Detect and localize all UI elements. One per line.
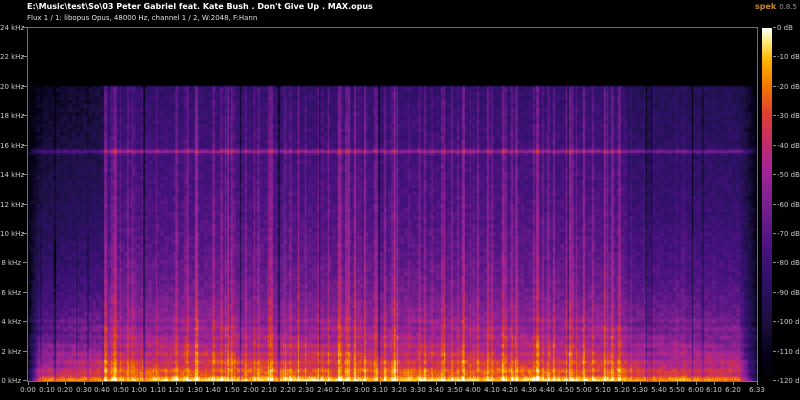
db-tick-label: -120 dB: [777, 377, 800, 385]
db-tick-label: 0 dB: [777, 24, 793, 32]
db-tick-mark: [773, 145, 776, 146]
time-tick-mark: [492, 382, 493, 385]
time-tick-mark: [343, 382, 344, 385]
db-tick-mark: [773, 351, 776, 352]
time-tick-mark: [306, 382, 307, 385]
db-tick-mark: [773, 292, 776, 293]
time-tick-mark: [380, 382, 381, 385]
db-tick-mark: [773, 115, 776, 116]
time-tick-label: 6:20: [725, 386, 741, 394]
time-tick-mark: [84, 382, 85, 385]
time-tick-mark: [529, 382, 530, 385]
db-tick-label: -100 dB: [777, 318, 800, 326]
time-tick-mark: [65, 382, 66, 385]
freq-tick-mark: [23, 292, 27, 293]
time-tick-mark: [139, 382, 140, 385]
db-tick-mark: [773, 380, 776, 381]
db-tick-label: -40 dB: [777, 142, 800, 150]
time-tick-mark: [659, 382, 660, 385]
time-tick-mark: [232, 382, 233, 385]
time-tick-mark: [418, 382, 419, 385]
time-tick-mark: [436, 382, 437, 385]
time-tick-mark: [696, 382, 697, 385]
freq-tick-mark: [23, 321, 27, 322]
freq-tick-label: 0 kHz: [1, 377, 21, 385]
time-tick-mark: [251, 382, 252, 385]
freq-tick-label: 20 kHz: [0, 83, 25, 91]
freq-tick-mark: [23, 380, 27, 381]
app-version: 0.8.5: [779, 3, 797, 11]
db-tick-mark: [773, 204, 776, 205]
time-tick-mark: [473, 382, 474, 385]
freq-tick-label: 10 kHz: [0, 230, 25, 238]
time-tick-mark: [677, 382, 678, 385]
db-tick-label: -60 dB: [777, 201, 800, 209]
time-tick-mark: [455, 382, 456, 385]
db-tick-mark: [773, 27, 776, 28]
freq-tick-label: 24 kHz: [0, 24, 25, 32]
time-tick-mark: [47, 382, 48, 385]
time-tick-mark: [510, 382, 511, 385]
time-tick-mark: [28, 382, 29, 385]
time-tick-label: 6:33: [749, 386, 765, 394]
time-tick-mark: [622, 382, 623, 385]
freq-tick-label: 2 kHz: [1, 348, 21, 356]
time-tick-mark: [325, 382, 326, 385]
legend-gradient: [762, 28, 772, 381]
db-tick-mark: [773, 233, 776, 234]
time-tick-mark: [733, 382, 734, 385]
stream-info: Flux 1 / 1: libopus Opus, 48000 Hz, chan…: [27, 14, 258, 22]
file-path-title: E:\Music\test\So\03 Peter Gabriel feat. …: [27, 2, 373, 11]
db-tick-label: -30 dB: [777, 112, 800, 120]
time-tick-mark: [158, 382, 159, 385]
db-tick-mark: [773, 262, 776, 263]
db-tick-label: -80 dB: [777, 259, 800, 267]
time-tick-mark: [176, 382, 177, 385]
freq-tick-label: 14 kHz: [0, 171, 25, 179]
time-tick-mark: [757, 382, 758, 385]
freq-tick-label: 8 kHz: [1, 259, 21, 267]
db-tick-mark: [773, 56, 776, 57]
time-tick-mark: [121, 382, 122, 385]
db-tick-mark: [773, 86, 776, 87]
db-tick-label: -20 dB: [777, 83, 800, 91]
time-tick-mark: [195, 382, 196, 385]
app-name: spek: [754, 2, 777, 11]
freq-tick-label: 22 kHz: [0, 53, 25, 61]
time-tick-mark: [584, 382, 585, 385]
db-tick-label: -10 dB: [777, 53, 800, 61]
freq-tick-mark: [23, 262, 27, 263]
spectrogram-plot: [27, 27, 758, 382]
time-tick-mark: [288, 382, 289, 385]
db-tick-label: -70 dB: [777, 230, 800, 238]
db-tick-label: -90 dB: [777, 289, 800, 297]
time-tick-mark: [640, 382, 641, 385]
time-tick-mark: [213, 382, 214, 385]
app-logo: spek 0.8.5: [755, 2, 797, 11]
time-tick-mark: [102, 382, 103, 385]
time-tick-mark: [399, 382, 400, 385]
freq-tick-mark: [23, 351, 27, 352]
time-tick-mark: [566, 382, 567, 385]
db-tick-label: -110 dB: [777, 348, 800, 356]
db-tick-mark: [773, 174, 776, 175]
freq-tick-label: 12 kHz: [0, 201, 25, 209]
time-tick-mark: [269, 382, 270, 385]
freq-tick-label: 16 kHz: [0, 142, 25, 150]
db-tick-label: -50 dB: [777, 171, 800, 179]
freq-tick-label: 18 kHz: [0, 112, 25, 120]
db-tick-mark: [773, 321, 776, 322]
time-tick-mark: [603, 382, 604, 385]
spectrogram-canvas: [28, 28, 757, 381]
spek-window: E:\Music\test\So\03 Peter Gabriel feat. …: [0, 0, 800, 400]
freq-tick-label: 6 kHz: [1, 289, 21, 297]
freq-tick-label: 4 kHz: [1, 318, 21, 326]
time-tick-mark: [714, 382, 715, 385]
time-tick-mark: [362, 382, 363, 385]
time-tick-mark: [547, 382, 548, 385]
